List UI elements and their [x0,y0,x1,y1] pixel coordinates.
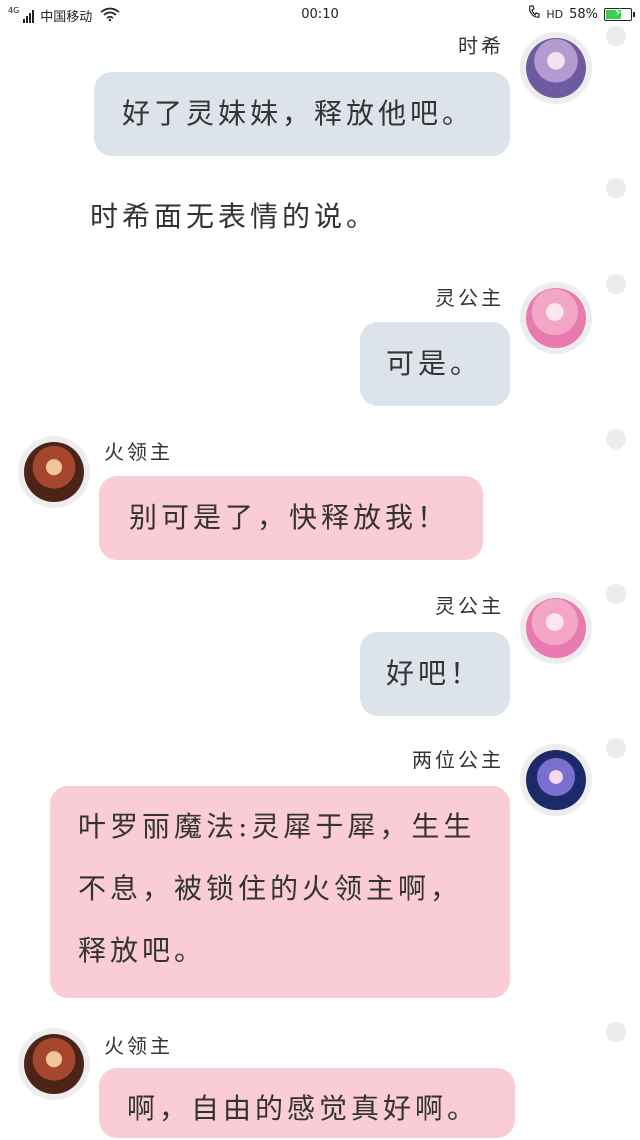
avatar-image [526,750,586,810]
charging-bolt-icon: ⚡ [614,5,622,19]
message-bubble: 好了灵妹妹，释放他吧。 [94,72,510,156]
speaker-name: 时希 [458,34,504,58]
phone-icon [528,5,540,23]
message-line: 释放吧。 [78,934,207,967]
avatar-ling-princess[interactable] [520,592,592,664]
speaker-name: 火领主 [104,440,173,464]
message-dot[interactable] [606,26,626,46]
battery-icon: ⚡ [604,5,635,21]
message-bubble: 啊，自由的感觉真好啊。 [99,1068,515,1138]
message-bubble: 叶罗丽魔法:灵犀于犀，生生 不息，被锁住的火领主啊， 释放吧。 [50,786,510,998]
message-bubble: 别可是了，快释放我！ [99,476,483,560]
message-dot[interactable] [606,178,626,198]
message-dot[interactable] [606,738,626,758]
avatar-image [526,38,586,98]
battery-percent: 58% [569,6,598,22]
avatar-two-princesses[interactable] [520,744,592,816]
speaker-name: 火领主 [104,1034,173,1058]
message-dot[interactable] [606,584,626,604]
narration-text: 时希面无表情的说。 [90,200,379,233]
message-line: 不息，被锁住的火领主啊， [78,872,463,905]
avatar-image [526,598,586,658]
hd-indicator: HD [546,7,564,21]
avatar-ling-princess[interactable] [520,282,592,354]
message-dot[interactable] [606,429,626,449]
message-dot[interactable] [606,274,626,294]
message-line: 叶罗丽魔法:灵犀于犀，生生 [78,810,476,843]
avatar-fire-lord[interactable] [18,436,90,508]
message-dot[interactable] [606,1022,626,1042]
status-right: HD 58% ⚡ [528,5,635,23]
status-bar: 4G 中国移动 00:10 HD 58% ⚡ [0,0,640,30]
message-bubble: 好吧！ [360,632,510,716]
avatar-image [526,288,586,348]
avatar-image [24,442,84,502]
message-bubble: 可是。 [360,322,510,406]
speaker-name: 两位公主 [412,748,504,772]
speaker-name: 灵公主 [435,286,504,310]
avatar-fire-lord[interactable] [18,1028,90,1100]
avatar-shixi[interactable] [520,32,592,104]
speaker-name: 灵公主 [435,594,504,618]
avatar-image [24,1034,84,1094]
